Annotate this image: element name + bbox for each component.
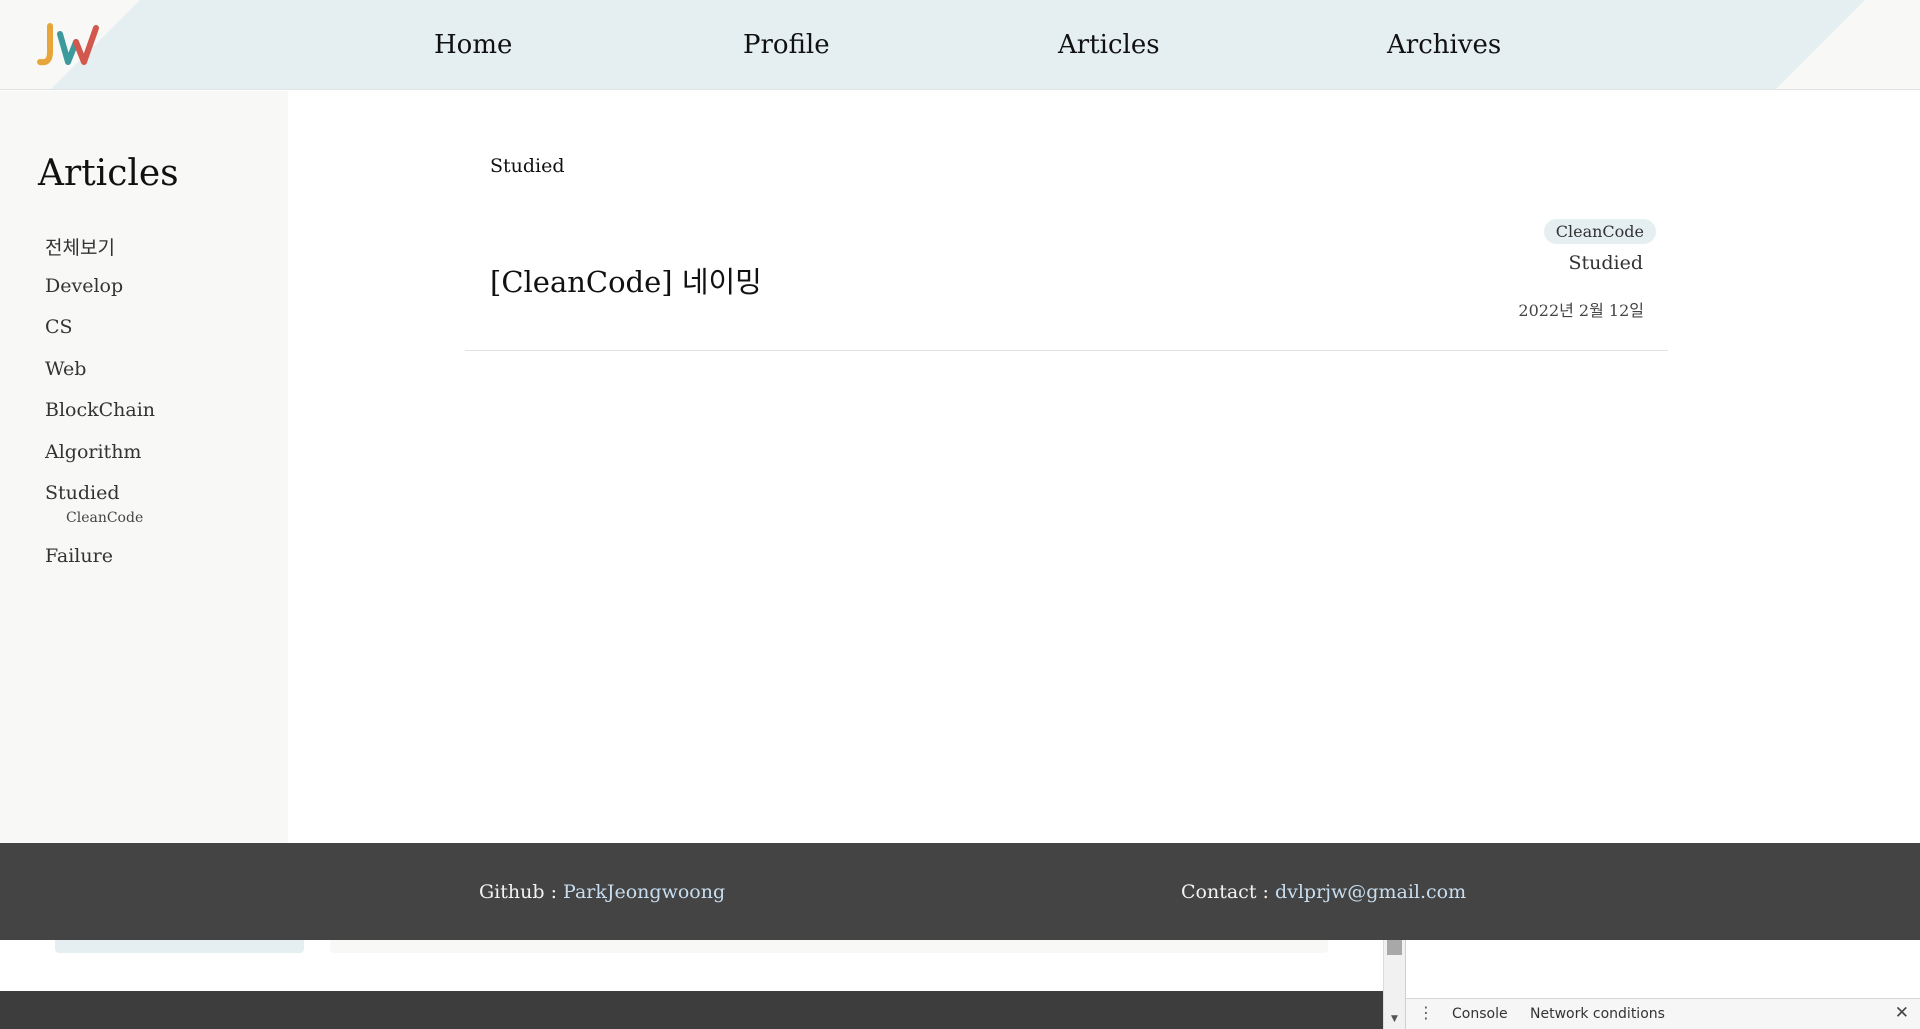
footer-contact: Contact : dvlprjw@gmail.com <box>1181 843 1466 940</box>
sidebar-item-web[interactable]: Web <box>45 358 86 380</box>
post-category: Studied <box>1568 252 1643 274</box>
post-divider <box>465 350 1668 351</box>
more-menu-icon[interactable]: ⋮ <box>1418 1003 1434 1022</box>
lower-strip: ▼ ⋮ Console Network conditions ✕ <box>0 940 1920 1029</box>
overflow-bar-left <box>55 940 304 953</box>
category-sidebar: Articles 전체보기 Develop CS Web BlockChain … <box>0 91 288 843</box>
tab-network-conditions[interactable]: Network conditions <box>1530 1006 1665 1022</box>
category-heading: Studied <box>490 155 565 177</box>
footer-github-label: Github : <box>479 880 564 903</box>
sidebar-title: Articles <box>38 153 179 194</box>
footer-github: Github : ParkJeongwoong <box>479 843 725 940</box>
footer-contact-label: Contact : <box>1181 880 1275 903</box>
nav-profile[interactable]: Profile <box>743 0 830 89</box>
devtools-drawer-tabbar: ⋮ Console Network conditions ✕ <box>1406 998 1920 1029</box>
post-tag[interactable]: CleanCode <box>1543 219 1656 244</box>
nav-articles[interactable]: Articles <box>1058 0 1160 89</box>
site-footer: Github : ParkJeongwoong Contact : dvlprj… <box>0 843 1920 940</box>
tab-console[interactable]: Console <box>1452 1006 1508 1022</box>
nav-archives[interactable]: Archives <box>1387 0 1501 89</box>
overflow-footer <box>0 991 1383 1029</box>
sidebar-item-blockchain[interactable]: BlockChain <box>45 399 155 421</box>
github-link[interactable]: ParkJeongwoong <box>563 881 725 903</box>
close-icon[interactable]: ✕ <box>1895 1003 1909 1023</box>
scrollbar-thumb[interactable] <box>1387 940 1402 955</box>
sidebar-item-algorithm[interactable]: Algorithm <box>45 441 141 463</box>
sidebar-item-develop[interactable]: Develop <box>45 275 123 297</box>
nav-home[interactable]: Home <box>434 0 512 89</box>
scroll-down-arrow-icon[interactable]: ▼ <box>1387 1014 1402 1026</box>
overflow-bar-right <box>330 940 1328 953</box>
header-band <box>50 0 1865 90</box>
sidebar-item-failure[interactable]: Failure <box>45 545 113 567</box>
site-logo[interactable] <box>36 22 116 68</box>
sidebar-item-cs[interactable]: CS <box>45 316 73 338</box>
devtools-panel: ⋮ Console Network conditions ✕ <box>1405 940 1920 1029</box>
site-header: Home Profile Articles Archives <box>0 0 1920 90</box>
sidebar-subitem-cleancode[interactable]: CleanCode <box>66 510 143 526</box>
post-date: 2022년 2월 12일 <box>1518 301 1644 320</box>
sidebar-item-studied[interactable]: Studied <box>45 482 120 504</box>
contact-email-link[interactable]: dvlprjw@gmail.com <box>1275 881 1466 903</box>
post-title[interactable]: [CleanCode] 네이밍 <box>490 259 762 301</box>
sidebar-item-all[interactable]: 전체보기 <box>45 233 115 260</box>
